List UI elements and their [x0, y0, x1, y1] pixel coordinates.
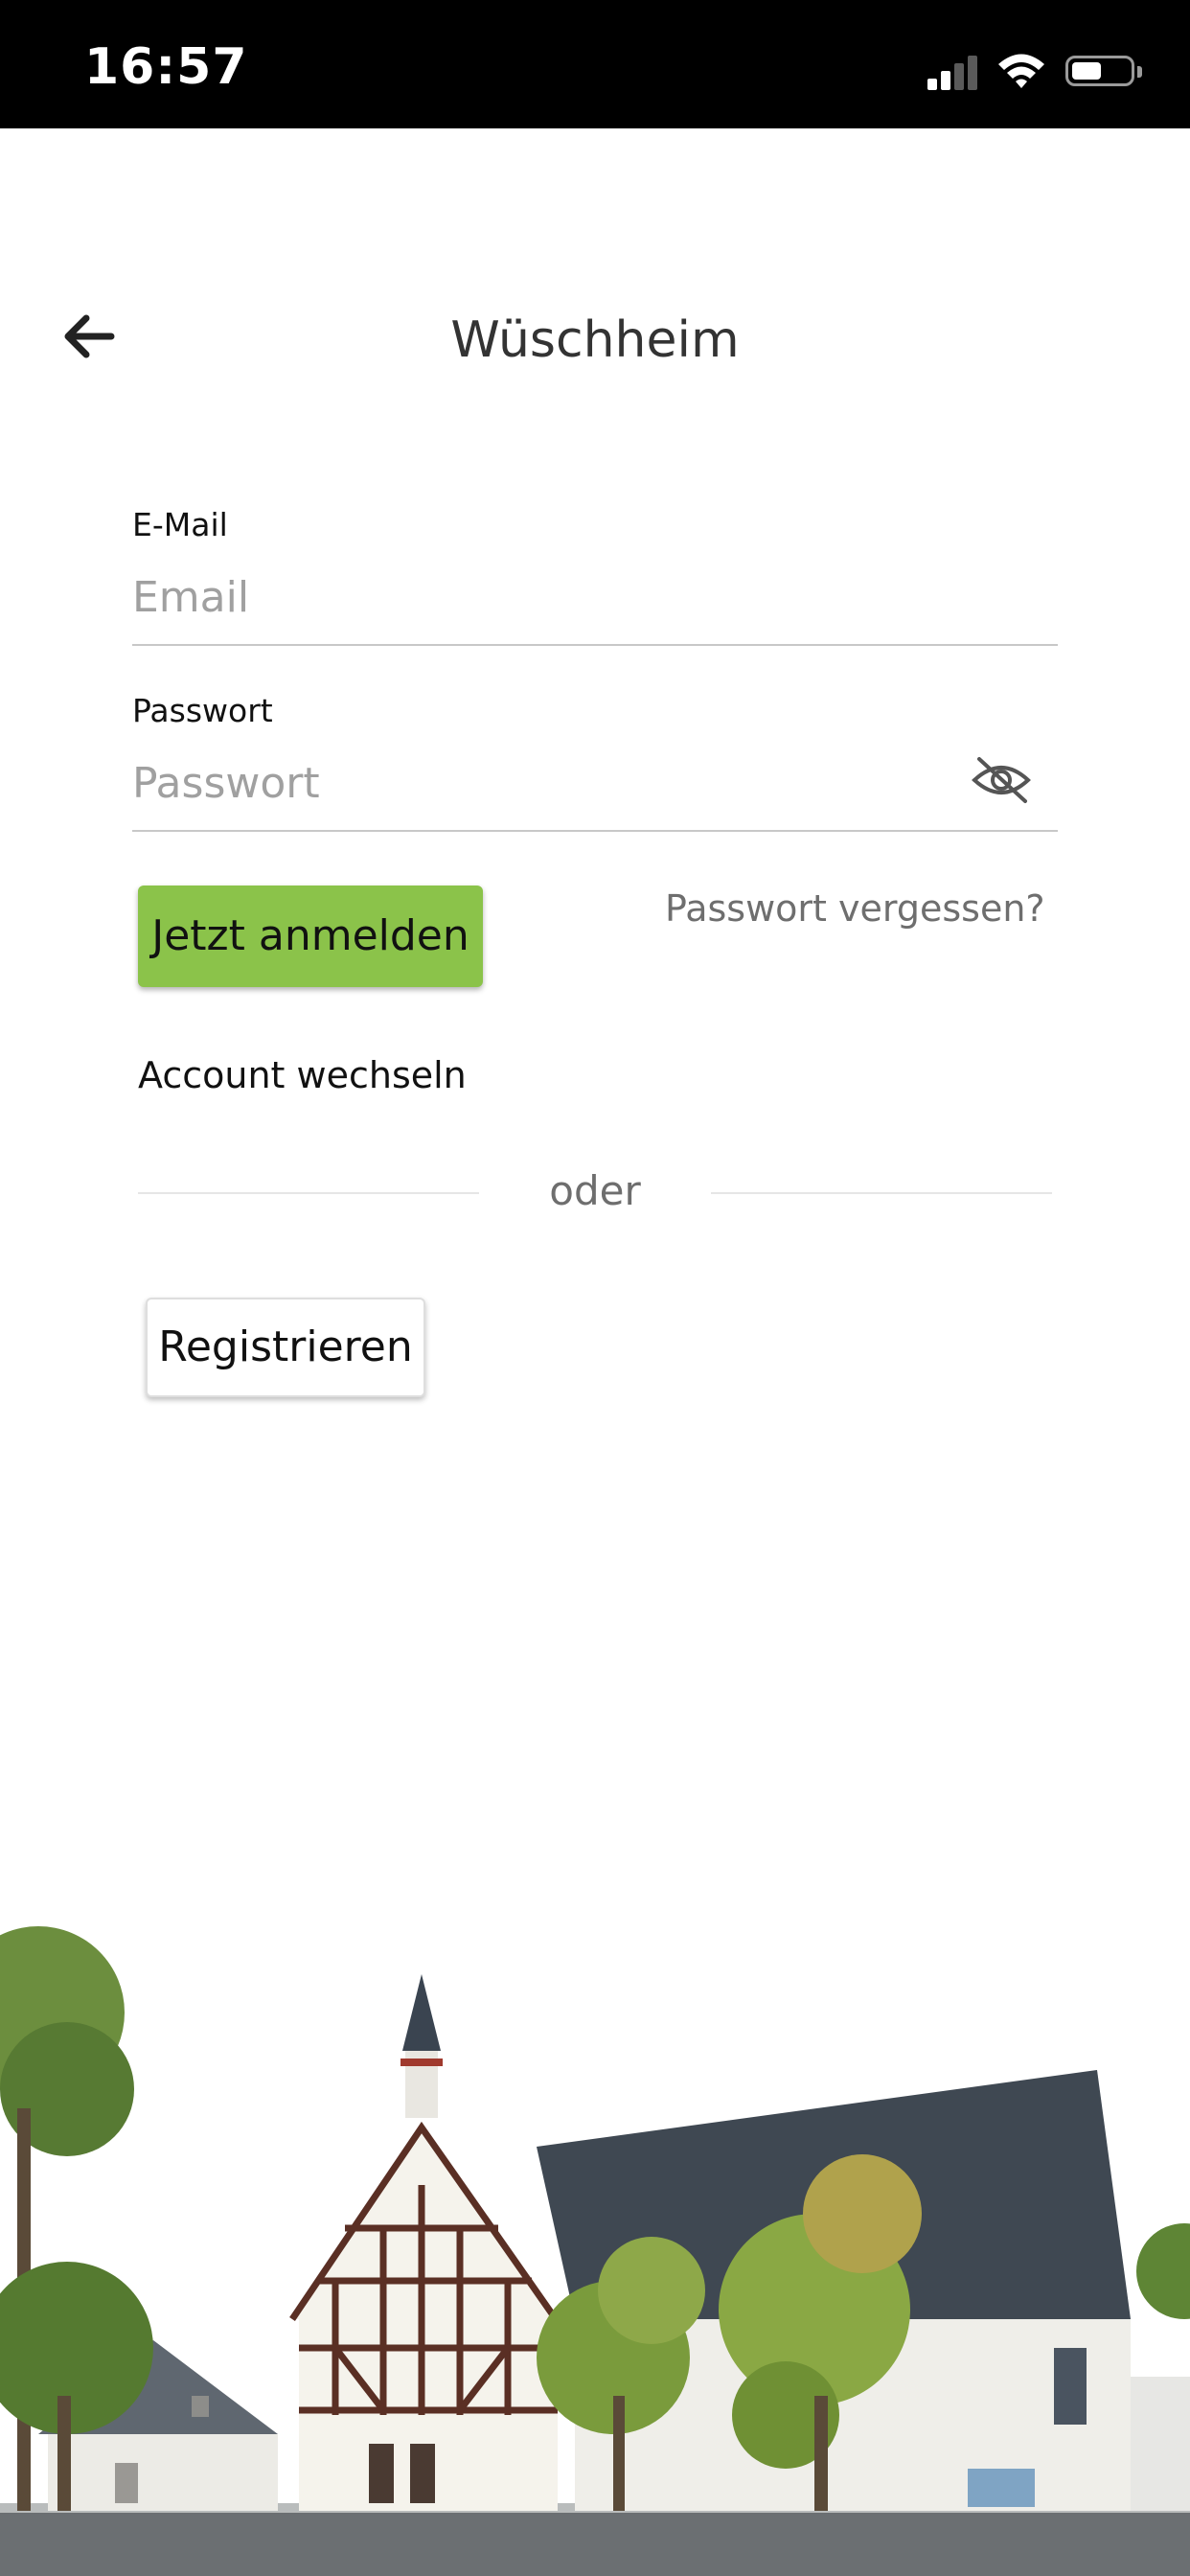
- status-bar: 16:57: [0, 0, 1190, 128]
- password-input[interactable]: [132, 746, 956, 820]
- cellular-signal-icon: [927, 50, 981, 96]
- status-time: 16:57: [84, 38, 248, 96]
- password-underline: [132, 830, 1058, 832]
- register-button[interactable]: Registrieren: [146, 1298, 425, 1397]
- page-title: Wüschheim: [450, 311, 740, 369]
- eye-off-icon: [972, 757, 1031, 803]
- email-label: E-Mail: [132, 506, 228, 543]
- town-hall-illustration: [0, 1926, 1190, 2576]
- login-button[interactable]: Jetzt anmelden: [138, 886, 483, 987]
- email-underline: [132, 644, 1058, 646]
- password-label: Passwort: [132, 692, 273, 729]
- battery-icon: [1058, 50, 1144, 96]
- switch-account-link[interactable]: Account wechseln: [138, 1054, 467, 1096]
- status-icons: [904, 50, 1144, 96]
- divider-line-right: [711, 1192, 1052, 1194]
- password-visibility-toggle[interactable]: [970, 753, 1033, 807]
- divider-label: oder: [549, 1167, 641, 1214]
- wifi-icon: [998, 54, 1044, 88]
- login-screen: 16:57 Wüschheim E-Mail Email Passwort Je…: [0, 0, 1190, 2576]
- email-input[interactable]: [132, 560, 1058, 634]
- forgot-password-link[interactable]: Passwort vergessen?: [665, 887, 1045, 930]
